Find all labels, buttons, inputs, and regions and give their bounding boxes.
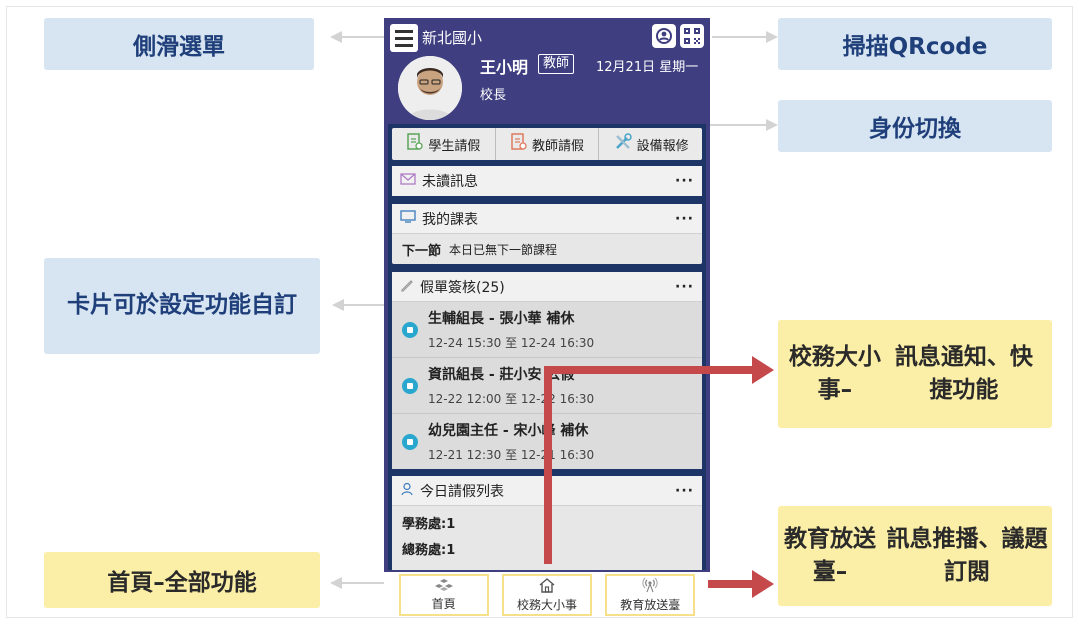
quick-student-leave-button[interactable]: 學生請假 (392, 128, 496, 160)
tab-campus-matters[interactable]: 校務大小事 (501, 574, 592, 616)
leave-status-icon (402, 378, 418, 394)
leave-item-name: 幼兒園主任 - 宋小峰 補休 (428, 423, 589, 439)
broadcast-icon (641, 577, 659, 596)
quick-teacher-leave-label: 教師請假 (532, 138, 585, 154)
callout-scan-qr: 掃描QRcode (778, 18, 1052, 70)
connector-card-head (332, 299, 344, 311)
role-badge: 教師 (538, 54, 575, 74)
bottom-tab-bar: 首頁 校務大小事 教育放送臺 (384, 572, 710, 616)
person-icon (400, 482, 414, 500)
card-unread-messages[interactable]: 未讀訊息 ··· (392, 166, 702, 196)
leave-status-icon (402, 322, 418, 338)
tab-campus-label: 校務大小事 (516, 598, 577, 612)
callout-card-custom-line1: 卡片可於設 (67, 292, 182, 319)
red-connector-edu (708, 580, 756, 588)
tools-icon (613, 132, 633, 156)
app-header: 新北國小 王小明 教師 12月21日 星期一 校長 (384, 18, 710, 122)
tab-home[interactable]: 首頁 (398, 574, 489, 616)
user-title: 校長 (480, 88, 507, 103)
card-unread-more-button[interactable]: ··· (675, 173, 694, 189)
date-text: 12月21日 星期一 (596, 60, 699, 75)
callout-side-menu: 側滑選單 (44, 18, 314, 70)
callout-edu-broadcast: 教育放送臺– 訊息推播、議題訂閱 (778, 506, 1052, 606)
callout-campus-matters: 校務大小事– 訊息通知、快捷功能 (778, 320, 1052, 428)
leave-item-time: 12-24 15:30 至 12-24 16:30 (428, 336, 595, 350)
card-today-leave-more-button[interactable]: ··· (675, 483, 694, 499)
callout-edu-line1: 教育放送臺– (783, 525, 876, 585)
callout-card-custom: 卡片可於設 定功能自訂 (44, 258, 320, 354)
card-my-schedule[interactable]: 我的課表 ··· 下一節 本日已無下一節課程 (392, 204, 702, 264)
tab-edu-label: 教育放送臺 (620, 598, 681, 612)
connector-id-head (766, 119, 778, 131)
card-leave-review-title: 假單簽核(25) (420, 279, 505, 296)
callout-campus-line2: 訊息通知、快捷功能 (894, 343, 1033, 403)
pencil-icon (400, 278, 414, 296)
tab-home-label: 首頁 (431, 597, 456, 611)
red-connector-campus-vertical (544, 370, 552, 564)
callout-card-custom-line2: 定功能自訂 (182, 292, 297, 319)
student-leave-icon (406, 132, 424, 156)
red-connector-campus-head (752, 356, 774, 384)
avatar[interactable] (398, 56, 462, 120)
quick-actions-bar: 學生請假 教師請假 設備報修 (392, 128, 702, 160)
identity-switch-icon[interactable] (652, 24, 676, 48)
quick-student-leave-label: 學生請假 (428, 138, 481, 154)
callout-edu-line2: 訊息推播、議題訂閱 (886, 525, 1048, 585)
quick-repair-button[interactable]: 設備報修 (599, 128, 702, 160)
connector-side-menu-head (330, 31, 342, 43)
connector-home (340, 582, 390, 584)
teacher-leave-icon (510, 132, 528, 156)
leave-status-icon (402, 434, 418, 450)
connector-qr-head (766, 31, 778, 43)
qrcode-icon[interactable] (680, 24, 704, 48)
callout-identity-switch: 身份切換 (778, 100, 1052, 152)
leave-item-time: 12-22 12:00 至 12-22 16:30 (428, 392, 595, 406)
card-schedule-title: 我的課表 (422, 211, 478, 228)
red-connector-campus-horizontal (544, 366, 756, 374)
monitor-icon (400, 210, 416, 227)
connector-qr (712, 36, 768, 38)
quick-repair-label: 設備報修 (636, 138, 689, 154)
next-period-label: 下一節 (402, 243, 442, 259)
tab-edu-broadcast[interactable]: 教育放送臺 (605, 574, 696, 616)
leave-item-time: 12-21 12:30 至 12-21 16:30 (428, 448, 595, 462)
red-connector-edu-head (752, 570, 774, 598)
leave-item-name: 生輔組長 - 張小華 補休 (428, 311, 575, 327)
card-today-leave-title: 今日請假列表 (420, 483, 504, 500)
envelope-icon (400, 173, 416, 189)
card-unread-title: 未讀訊息 (422, 174, 478, 190)
connector-side-menu (340, 36, 384, 38)
school-name: 新北國小 (422, 29, 483, 47)
leave-item[interactable]: 生輔組長 - 張小華 補休 12-24 15:30 至 12-24 16:30 (392, 302, 702, 358)
quick-teacher-leave-button[interactable]: 教師請假 (496, 128, 600, 160)
connector-home-head (330, 577, 342, 589)
home-cubes-icon (434, 578, 453, 595)
house-icon (538, 577, 556, 596)
callout-home-all: 首頁–全部功能 (44, 552, 320, 608)
user-name: 王小明 (480, 58, 529, 77)
hamburger-menu-button[interactable] (390, 24, 418, 52)
callout-campus-line1: 校務大小事– (788, 343, 881, 403)
next-period-text: 本日已無下一節課程 (449, 242, 558, 257)
card-leave-review-more-button[interactable]: ··· (675, 279, 694, 295)
card-schedule-more-button[interactable]: ··· (675, 211, 694, 227)
